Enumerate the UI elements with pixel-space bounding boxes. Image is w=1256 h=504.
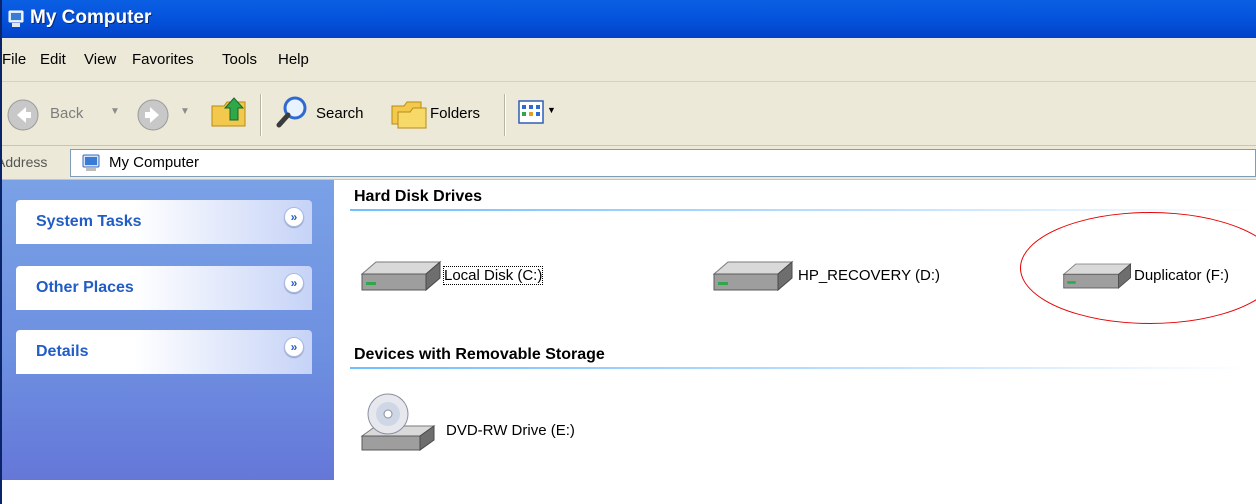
menu-bar: File Edit View Favorites Tools Help <box>2 38 1256 82</box>
task-group-label: Details <box>36 343 89 360</box>
up-folder-button[interactable] <box>208 90 254 136</box>
back-dropdown-arrow-icon: ▼ <box>110 106 120 117</box>
explorer-window: My Computer File Edit View Favorites Too… <box>0 0 1256 504</box>
folders-button[interactable]: Folders <box>386 90 500 136</box>
dvd-drive-icon <box>360 393 436 451</box>
my-computer-icon <box>8 10 24 27</box>
address-value: My Computer <box>109 154 200 171</box>
drive-item-local-disk-c[interactable]: Local Disk (C:) <box>360 256 560 296</box>
task-group-label: System Tasks <box>36 213 142 230</box>
address-field[interactable]: My Computer <box>70 149 1256 177</box>
drive-label: Duplicator (F:) <box>1134 267 1230 284</box>
drive-item-duplicator-f[interactable]: Duplicator (F:) <box>1062 256 1256 296</box>
menu-edit[interactable]: Edit <box>40 51 66 68</box>
content-area: Hard Disk Drives Local Disk (C:) HP_RECO… <box>334 180 1256 504</box>
search-icon <box>276 96 307 128</box>
views-grid-icon <box>518 100 544 124</box>
folders-icon <box>391 101 427 129</box>
section-header-removable-storage: Devices with Removable Storage <box>354 346 605 363</box>
address-label: Address <box>2 154 48 170</box>
expand-chevron-icon[interactable]: » <box>284 207 304 227</box>
forward-button[interactable]: ▼ <box>136 92 200 136</box>
views-dropdown-arrow-icon: ▼ <box>547 105 556 115</box>
back-label: Back <box>50 105 84 122</box>
hard-drive-icon <box>1062 263 1132 289</box>
section-header-hard-disk-drives: Hard Disk Drives <box>354 188 483 205</box>
menu-file[interactable]: File <box>2 51 26 68</box>
section-divider <box>350 209 1254 211</box>
address-bar: Address My Computer <box>2 146 1256 180</box>
back-button[interactable]: Back ▼ <box>2 92 130 136</box>
hard-drive-icon <box>360 260 442 292</box>
standard-toolbar: Back ▼ ▼ Search Folders ▼ <box>2 82 1256 146</box>
drive-label: Local Disk (C:) <box>442 266 544 285</box>
folders-label: Folders <box>430 105 481 122</box>
toolbar-separator <box>260 94 262 136</box>
section-divider <box>350 367 1254 369</box>
title-bar[interactable]: My Computer <box>2 0 1256 38</box>
task-group-label: Other Places <box>36 279 134 296</box>
menu-view[interactable]: View <box>84 51 116 68</box>
window-title: My Computer <box>30 7 152 28</box>
pane-bottom-blank <box>2 480 334 504</box>
hard-drive-icon <box>712 260 794 292</box>
forward-arrow-icon <box>137 99 169 131</box>
drive-label: HP_RECOVERY (D:) <box>798 267 940 284</box>
my-computer-icon <box>82 154 100 171</box>
forward-dropdown-arrow-icon: ▼ <box>180 106 190 117</box>
menu-help[interactable]: Help <box>278 51 309 68</box>
task-pane: System Tasks » Other Places » Details » <box>2 180 334 480</box>
views-button[interactable]: ▼ <box>514 96 564 130</box>
drive-item-dvd-rw-e[interactable]: DVD-RW Drive (E:) <box>358 392 618 462</box>
details-group[interactable]: Details » <box>16 330 312 374</box>
expand-chevron-icon[interactable]: » <box>284 337 304 357</box>
system-tasks-group[interactable]: System Tasks » <box>16 200 312 244</box>
drive-label: DVD-RW Drive (E:) <box>446 422 575 439</box>
other-places-group[interactable]: Other Places » <box>16 266 312 310</box>
menu-favorites[interactable]: Favorites <box>132 51 194 68</box>
menu-tools[interactable]: Tools <box>222 51 257 68</box>
back-arrow-icon <box>7 99 39 131</box>
drive-item-hp-recovery-d[interactable]: HP_RECOVERY (D:) <box>712 256 952 296</box>
toolbar-separator <box>504 94 506 136</box>
search-button[interactable]: Search <box>270 90 380 136</box>
search-label: Search <box>316 105 364 122</box>
expand-chevron-icon[interactable]: » <box>284 273 304 293</box>
up-folder-icon <box>211 97 246 127</box>
